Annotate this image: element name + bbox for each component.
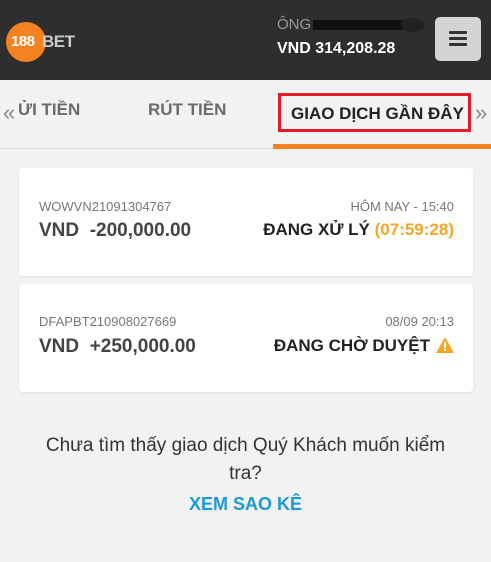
warning-icon[interactable] [436, 337, 454, 353]
transaction-time: HÔM NAY - 15:40 [350, 199, 454, 214]
user-title: ÔNG [277, 16, 312, 33]
brand-logo[interactable]: 188 BET [6, 22, 78, 62]
menu-button[interactable] [435, 17, 481, 61]
top-header: 188 BET ÔNG VND 314,208.28 [0, 0, 491, 80]
transaction-id: DFAPBT210908027669 [39, 314, 177, 329]
transaction-status: ĐANG XỬ LÝ (07:59:28) [263, 220, 454, 240]
logo-number: 188 [11, 33, 35, 50]
status-label: ĐANG XỬ LÝ [263, 220, 370, 239]
transaction-card[interactable]: DFAPBT210908027669 08/09 20:13 VND +250,… [19, 284, 473, 392]
tab-withdraw[interactable]: RÚT TIỀN [148, 100, 226, 120]
transaction-tabs: « ỬI TIỀN RÚT TIỀN GIAO DỊCH GẦN ĐÂY » [0, 80, 491, 149]
countdown-timer: (07:59:28) [374, 220, 454, 239]
account-balance: VND 314,208.28 [277, 40, 396, 57]
not-found-message: Chưa tìm thấy giao dịch Quý Khách muốn k… [45, 435, 446, 484]
user-name: ÔNG [277, 16, 427, 36]
transaction-amount: VND +250,000.00 [39, 336, 196, 358]
transaction-currency: VND [39, 336, 80, 357]
transaction-time: 08/09 20:13 [385, 314, 454, 329]
logo-text: BET [42, 32, 75, 51]
transaction-value: +250,000.00 [89, 336, 196, 357]
tabs-prev-arrow-icon[interactable]: « [3, 100, 15, 126]
tab-deposit[interactable]: ỬI TIỀN [18, 100, 80, 120]
tab-recent-transactions[interactable]: GIAO DỊCH GẦN ĐÂY [278, 93, 471, 132]
status-label: ĐANG CHỜ DUYỆT [273, 336, 430, 355]
view-statement-link[interactable]: XEM SAO KÊ [0, 494, 491, 515]
tabs-next-arrow-icon[interactable]: » [475, 100, 487, 126]
transaction-value: -200,000.00 [89, 220, 192, 241]
transaction-currency: VND [39, 220, 80, 241]
redacted-username [313, 18, 425, 32]
transaction-card[interactable]: WOWVN21091304767 HÔM NAY - 15:40 VND -20… [19, 168, 473, 276]
active-tab-indicator [273, 144, 491, 149]
transaction-id: WOWVN21091304767 [39, 199, 172, 214]
transaction-status: ĐANG CHỜ DUYỆT [274, 336, 454, 356]
transaction-amount: VND -200,000.00 [39, 220, 191, 242]
